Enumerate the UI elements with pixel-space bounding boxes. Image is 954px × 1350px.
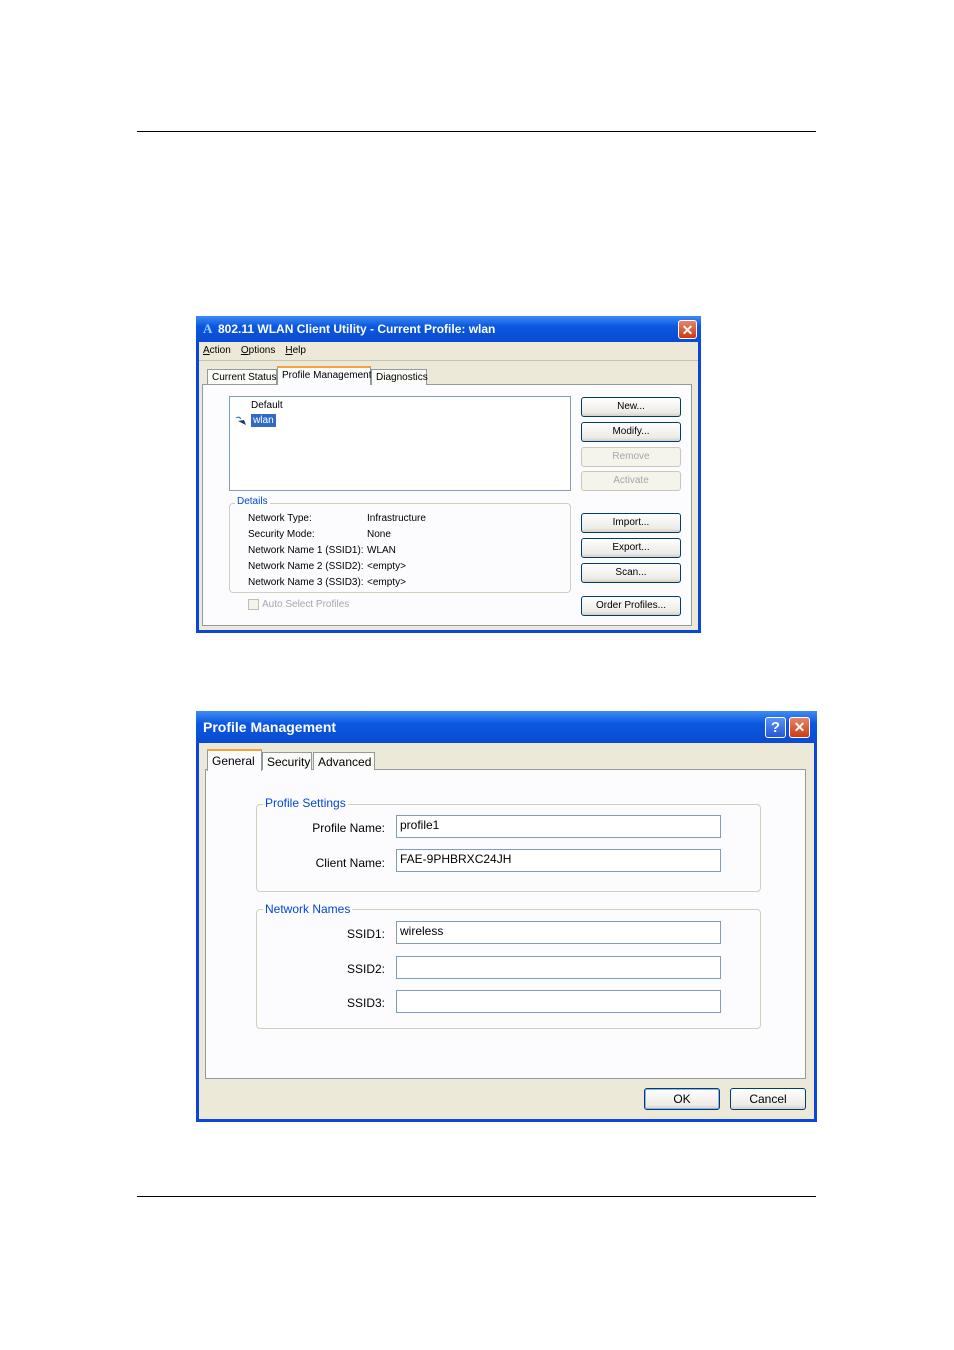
new-profile-button[interactable]: New... xyxy=(581,397,681,417)
menu-help[interactable]: Help xyxy=(285,345,306,356)
tab-profile-management[interactable]: Profile Management xyxy=(277,366,372,385)
details-group-label: Details xyxy=(235,496,270,507)
order-profiles-button[interactable]: Order Profiles... xyxy=(581,596,681,616)
app-logo-icon: A xyxy=(203,321,213,336)
profile-settings-label: Profile Settings xyxy=(263,796,348,810)
modify-profile-button[interactable]: Modify... xyxy=(581,422,681,442)
remove-profile-button[interactable]: Remove xyxy=(581,447,681,467)
dialog-client: General Security Advanced Profile Settin… xyxy=(199,743,814,1119)
ssid2-input[interactable] xyxy=(396,956,721,979)
detail-label: Network Name 1 (SSID1): xyxy=(248,545,364,556)
profile-list[interactable]: Default wlan xyxy=(229,396,571,491)
ssid3-input[interactable] xyxy=(396,990,721,1013)
ssid3-label: SSID3: xyxy=(346,996,385,1010)
bottom-rule xyxy=(137,1196,816,1197)
window-title: 802.11 WLAN Client Utility - Current Pro… xyxy=(218,322,496,336)
tab-current-status[interactable]: Current Status xyxy=(207,369,277,385)
detail-label: Network Name 2 (SSID2): xyxy=(248,561,364,572)
help-icon[interactable]: ? xyxy=(765,717,786,738)
close-icon[interactable]: ✕ xyxy=(789,717,810,738)
ok-button[interactable]: OK xyxy=(644,1088,720,1110)
ssid1-label: SSID1: xyxy=(346,927,385,941)
auto-select-label: Auto Select Profiles xyxy=(262,599,350,610)
activate-profile-button[interactable]: Activate xyxy=(581,471,681,491)
tab-advanced[interactable]: Advanced xyxy=(313,752,375,770)
menu-options[interactable]: Options xyxy=(241,345,275,356)
scan-button[interactable]: Scan... xyxy=(581,563,681,583)
wlan-utility-window: A 802.11 WLAN Client Utility - Current P… xyxy=(196,316,701,633)
client-name-input[interactable]: FAE-9PHBRXC24JH xyxy=(396,849,721,872)
ssid1-input[interactable]: wireless xyxy=(396,921,721,944)
tab-diagnostics[interactable]: Diagnostics xyxy=(371,369,428,385)
menu-action[interactable]: Action xyxy=(203,345,231,356)
title-bar[interactable]: A 802.11 WLAN Client Utility - Current P… xyxy=(196,316,701,342)
detail-value: <empty> xyxy=(367,561,406,572)
window-client: Action Options Help Current Status Profi… xyxy=(199,342,698,630)
tab-general[interactable]: General xyxy=(207,749,262,771)
list-item-selected[interactable]: wlan xyxy=(235,414,276,428)
profile-name-label: Profile Name: xyxy=(312,821,385,835)
top-rule xyxy=(137,131,816,132)
ssid2-label: SSID2: xyxy=(346,962,385,976)
menu-bar: Action Options Help xyxy=(203,344,313,360)
tab-security[interactable]: Security xyxy=(262,752,312,770)
client-name-label: Client Name: xyxy=(315,856,385,870)
import-button[interactable]: Import... xyxy=(581,513,681,533)
profile-name-input[interactable]: profile1 xyxy=(396,815,721,838)
close-icon[interactable]: ✕ xyxy=(678,320,697,339)
detail-value: WLAN xyxy=(367,545,396,556)
menu-separator xyxy=(199,360,698,361)
profile-management-dialog: Profile Management ? ✕ General Security … xyxy=(196,711,817,1122)
dialog-title-bar[interactable]: Profile Management ? ✕ xyxy=(196,711,817,743)
export-button[interactable]: Export... xyxy=(581,538,681,558)
list-item[interactable]: Default xyxy=(251,400,283,411)
profile-label: wlan xyxy=(251,414,276,427)
detail-value: None xyxy=(367,529,391,540)
cancel-button[interactable]: Cancel xyxy=(730,1088,806,1110)
detail-label: Network Name 3 (SSID3): xyxy=(248,577,364,588)
detail-value: <empty> xyxy=(367,577,406,588)
network-names-label: Network Names xyxy=(263,902,353,916)
detail-value: Infrastructure xyxy=(367,513,426,524)
active-profile-icon xyxy=(235,416,248,426)
auto-select-checkbox[interactable] xyxy=(248,599,259,610)
dialog-title: Profile Management xyxy=(203,719,337,735)
profile-label: Default xyxy=(251,400,283,411)
detail-label: Network Type: xyxy=(248,513,312,524)
detail-label: Security Mode: xyxy=(248,529,315,540)
